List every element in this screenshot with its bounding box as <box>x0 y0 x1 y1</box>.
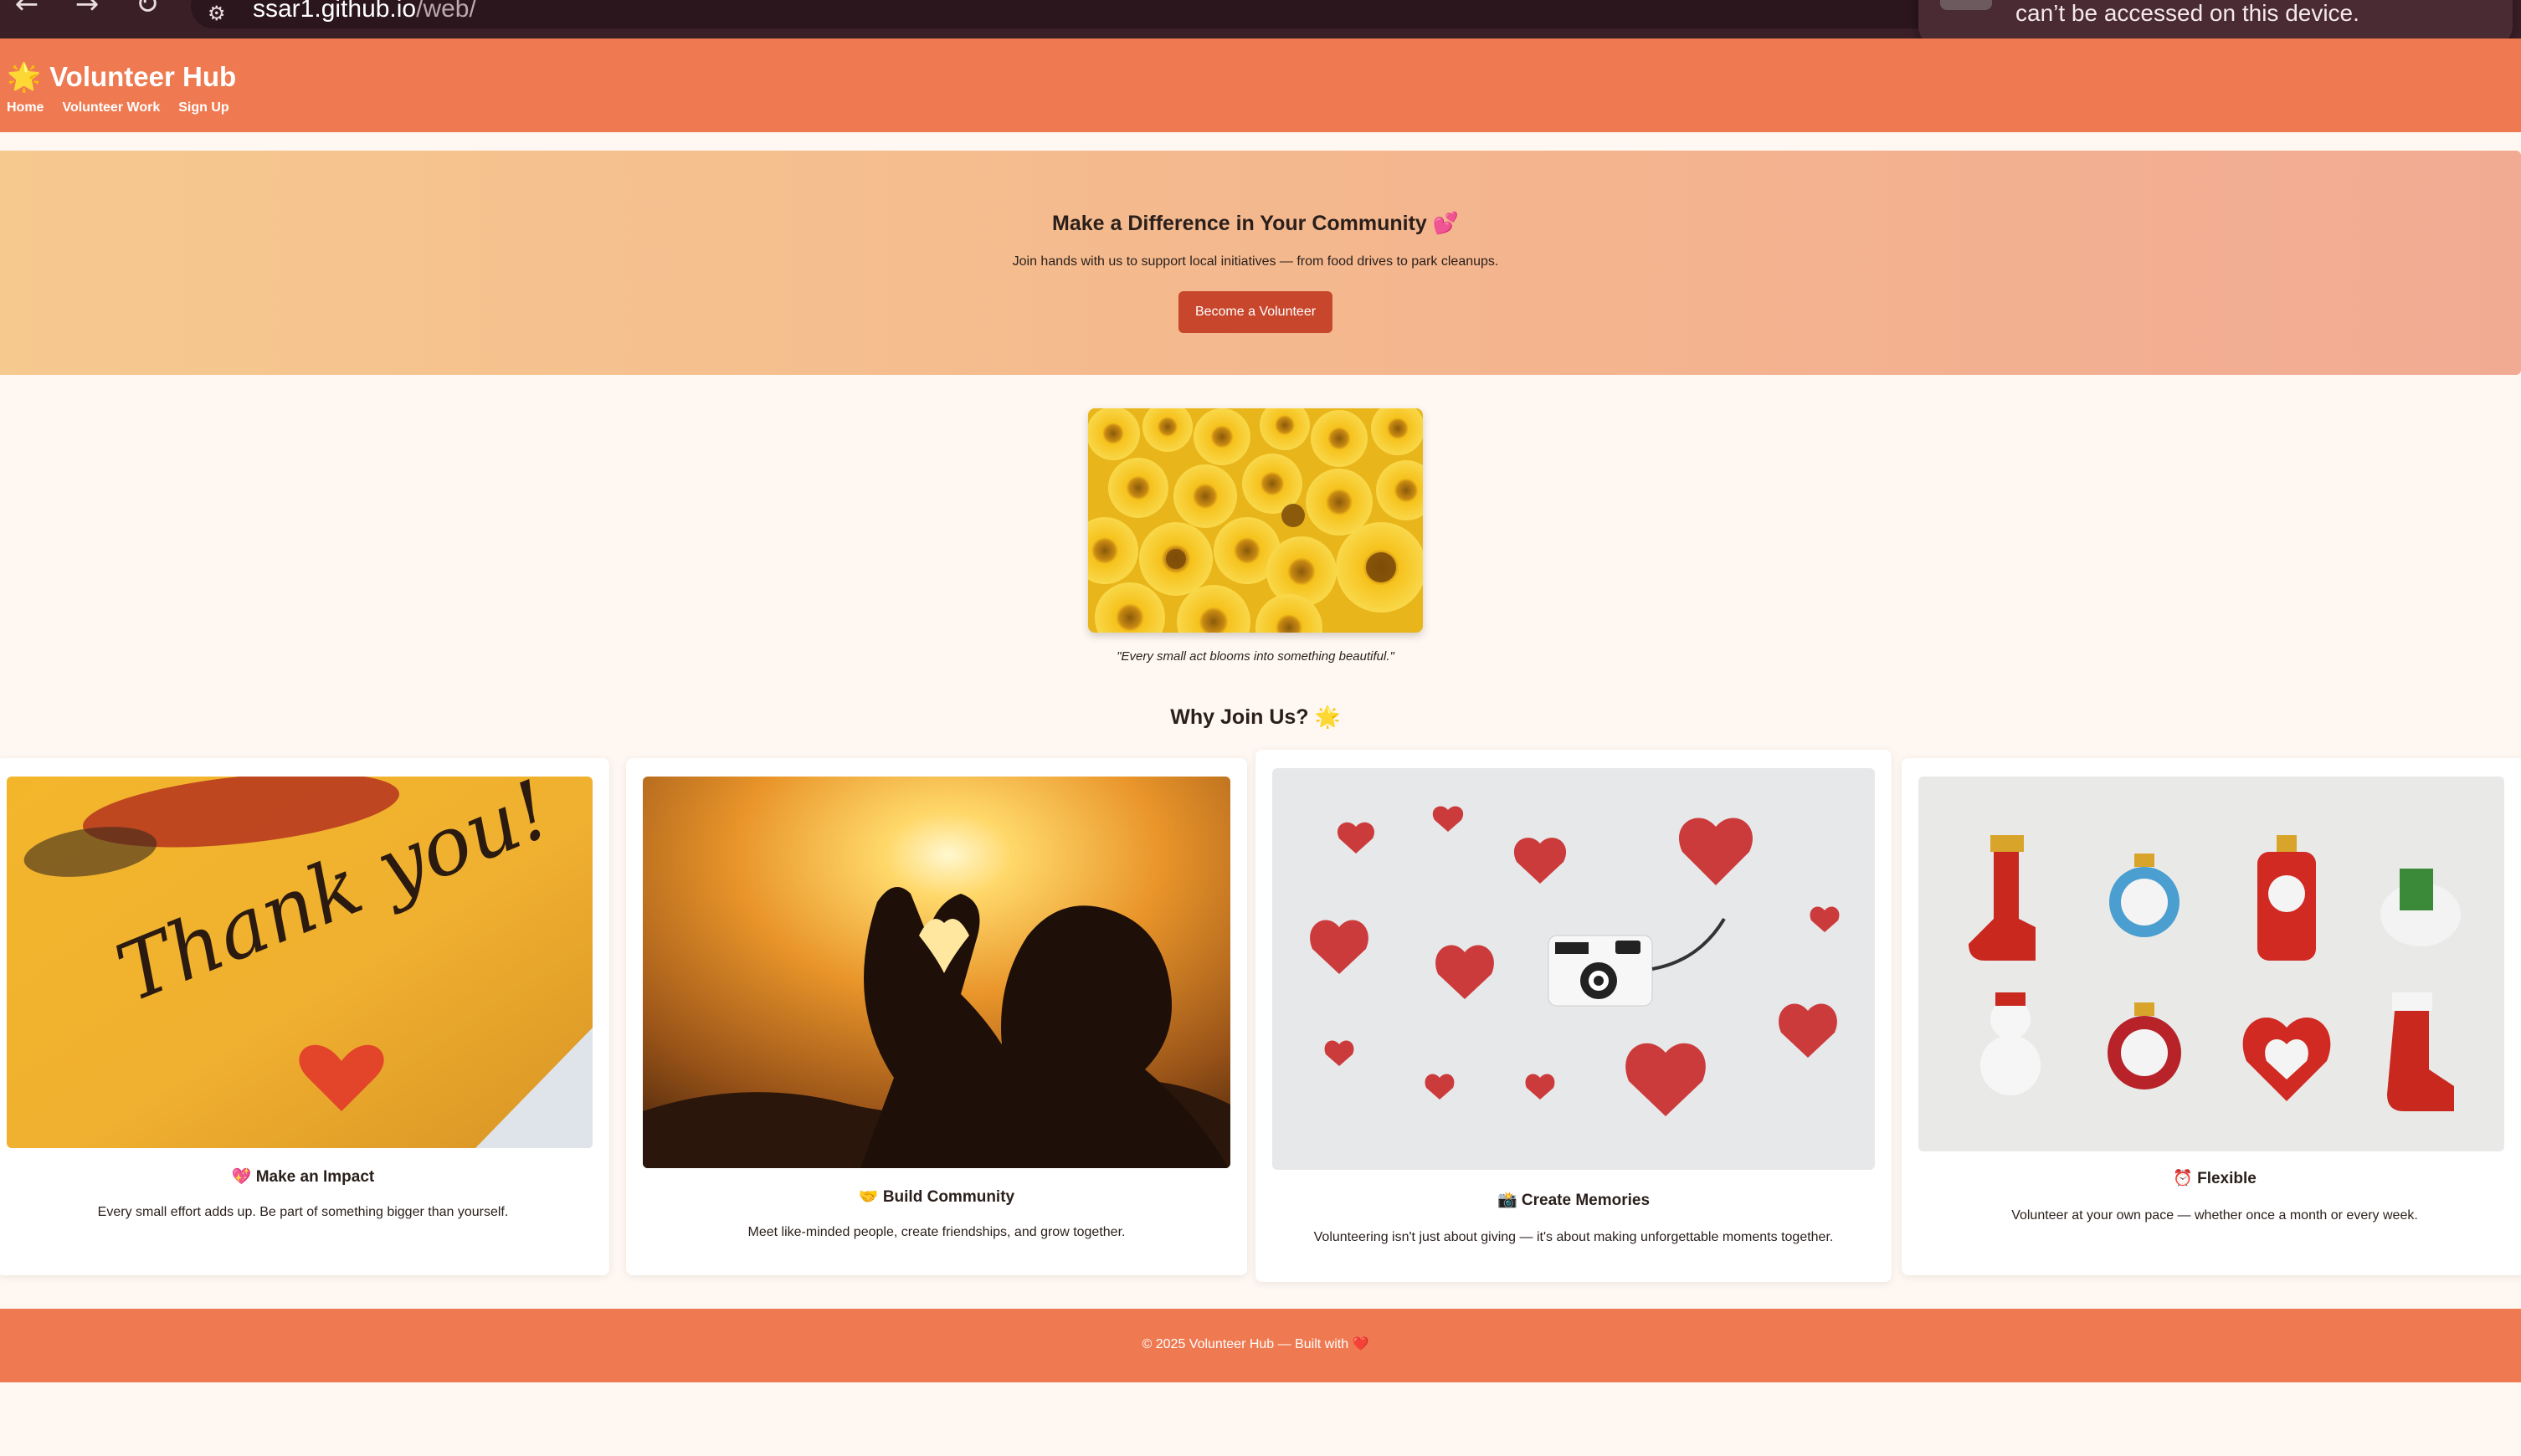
card-description: Volunteer at your own pace — whether onc… <box>2011 1208 2418 1223</box>
heart-icon: ❤️ <box>1352 1336 1369 1351</box>
reload-icon[interactable]: ↻ <box>131 0 164 18</box>
toast-text: can’t be accessed on this device. <box>2015 0 2359 26</box>
card-description: Every small effort adds up. Be part of s… <box>97 1205 509 1219</box>
sparkling-heart-icon: 💖 <box>231 1167 252 1186</box>
card-title: 💖 Make an Impact <box>231 1167 375 1186</box>
site-header: 🌟 Volunteer Hub Home Volunteer Work Sign … <box>0 38 2521 132</box>
browser-toolbar: ← → ↻ ⚙ ssar1.github.io/web/ can’t be ac… <box>0 0 2521 45</box>
card-title: 🤝 Build Community <box>858 1187 1015 1206</box>
forward-arrow-icon[interactable]: → <box>70 0 104 18</box>
site-footer: © 2025 Volunteer Hub — Built with ❤️ <box>0 1309 2521 1382</box>
brand-name: Volunteer Hub <box>49 61 237 92</box>
star-icon: 🌟 <box>1314 705 1341 729</box>
sunflowers-image <box>1088 408 1423 633</box>
card-create-memories: 📸 Create Memories Volunteering isn't jus… <box>1255 750 1892 1282</box>
card-description: Meet like-minded people, create friendsh… <box>747 1225 1126 1239</box>
card-flexible: ⏰ Flexible Volunteer at your own pace — … <box>1902 758 2521 1275</box>
nav-sign-up-link[interactable]: Sign Up <box>178 100 228 115</box>
url-text: ssar1.github.io/web/ <box>253 0 476 23</box>
alarm-clock-icon: ⏰ <box>2173 1169 2193 1187</box>
feature-caption: "Every small act blooms into something b… <box>1117 649 1394 664</box>
footer-text: © 2025 Volunteer Hub — Built with ❤️ <box>1142 1336 1369 1351</box>
main-nav: Home Volunteer Work Sign Up <box>7 100 229 115</box>
camera-icon: 📸 <box>1497 1191 1517 1209</box>
toast-icon <box>1940 0 1992 10</box>
back-arrow-icon[interactable]: ← <box>10 0 44 18</box>
hero-title: Make a Difference in Your Community 💕 <box>1052 211 1459 235</box>
site-settings-icon[interactable]: ⚙ <box>208 2 238 27</box>
nav-volunteer-work-link[interactable]: Volunteer Work <box>62 100 160 115</box>
brand[interactable]: 🌟 Volunteer Hub <box>7 60 236 94</box>
why-join-title: Why Join Us? 🌟 <box>1170 705 1341 729</box>
address-bar[interactable]: ⚙ ssar1.github.io/web/ <box>191 0 1999 28</box>
card-build-community: 🤝 Build Community Meet like-minded peopl… <box>626 758 1247 1275</box>
thank-you-note-image: Thank you! <box>7 777 593 1148</box>
hearts-icon: 💕 <box>1432 211 1459 235</box>
nav-home-link[interactable]: Home <box>7 100 44 115</box>
hero-section: Make a Difference in Your Community 💕 Jo… <box>0 151 2521 375</box>
camera-hearts-image <box>1272 768 1875 1170</box>
heart-hands-sunset-image <box>643 777 1230 1168</box>
handshake-icon: 🤝 <box>858 1187 879 1206</box>
card-title: ⏰ Flexible <box>2173 1169 2257 1187</box>
star-icon: 🌟 <box>7 60 42 93</box>
card-title: 📸 Create Memories <box>1497 1191 1651 1209</box>
card-make-an-impact: Thank you! 💖 Make an Impact Every small … <box>0 758 609 1275</box>
hero-subtitle: Join hands with us to support local init… <box>1012 254 1499 269</box>
card-description: Volunteering isn't just about giving — i… <box>1313 1230 1834 1244</box>
ornaments-image <box>1918 777 2504 1151</box>
become-volunteer-button[interactable]: Become a Volunteer <box>1178 291 1332 333</box>
